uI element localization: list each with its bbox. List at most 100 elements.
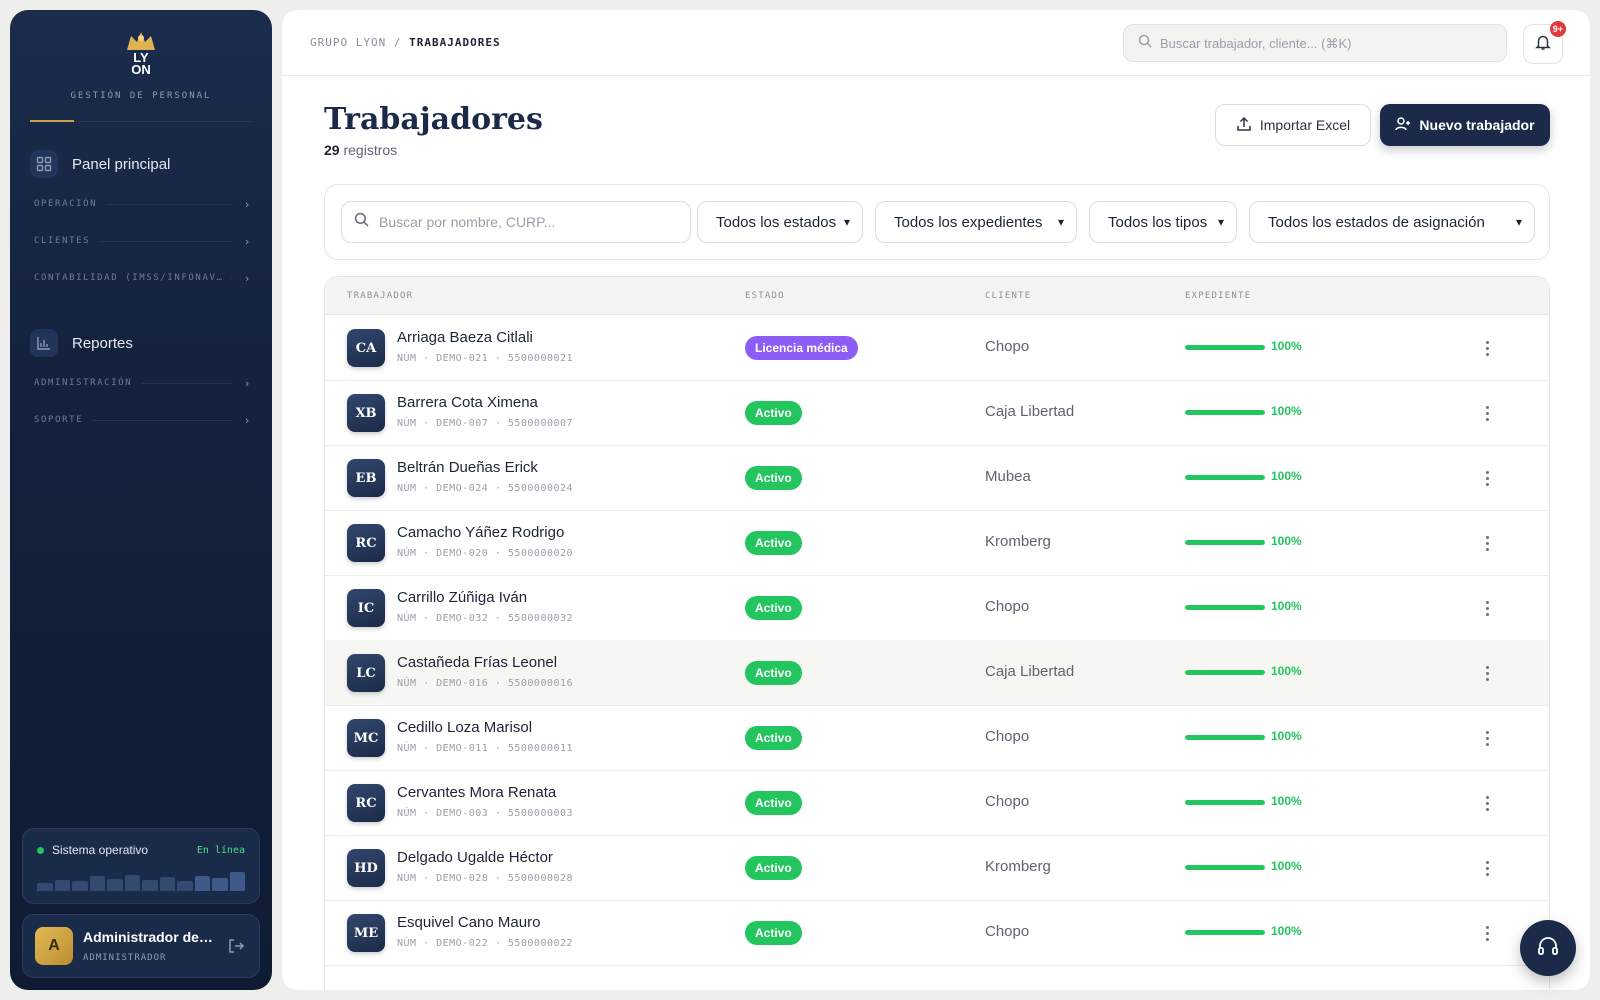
column-header-estado[interactable]: ESTADO <box>745 291 785 301</box>
worker-search-input[interactable] <box>379 214 679 230</box>
row-menu-icon[interactable] <box>1477 467 1497 489</box>
worker-id: NÚM · DEMO-028 · 5500000028 <box>397 873 574 884</box>
system-status-label: Sistema operativo <box>52 843 149 857</box>
worker-name[interactable]: Cervantes Mora Renata <box>397 784 556 801</box>
sidebar-section-clientes[interactable]: CLIENTES › <box>34 234 252 248</box>
row-menu-icon[interactable] <box>1477 402 1497 424</box>
brand-divider-accent <box>30 120 74 122</box>
chevron-right-icon: › <box>243 197 252 211</box>
chevron-right-icon: › <box>243 271 252 285</box>
worker-name[interactable]: Beltrán Dueñas Erick <box>397 459 538 476</box>
expediente-progress-bar <box>1185 605 1265 610</box>
status-badge: Activo <box>745 791 802 815</box>
expediente-progress-label: 100% <box>1271 469 1302 483</box>
table-row[interactable]: HD Delgado Ugalde Héctor NÚM · DEMO-028 · … <box>325 835 1549 901</box>
worker-id: NÚM · DEMO-024 · 5500000024 <box>397 483 574 494</box>
user-card[interactable]: A Administrador del Sistema ADMINISTRADO… <box>22 914 260 978</box>
row-menu-icon[interactable] <box>1477 597 1497 619</box>
expediente-progress-bar <box>1185 345 1265 350</box>
sidebar-item-panel-principal[interactable]: Panel principal <box>30 144 252 184</box>
status-badge: Activo <box>745 466 802 490</box>
row-menu-icon[interactable] <box>1477 337 1497 359</box>
worker-name[interactable]: Camacho Yáñez Rodrigo <box>397 524 564 541</box>
column-header-expediente[interactable]: EXPEDIENTE <box>1185 291 1251 301</box>
new-worker-button[interactable]: Nuevo trabajador <box>1380 104 1550 146</box>
column-header-trabajador[interactable]: TRABAJADOR <box>347 291 413 301</box>
expediente-progress-bar <box>1185 540 1265 545</box>
status-badge: Activo <box>745 596 802 620</box>
worker-name[interactable]: Carrillo Zúñiga Iván <box>397 589 527 606</box>
table-row[interactable]: MC Cedillo Loza Marisol NÚM · DEMO-011 · 5… <box>325 705 1549 771</box>
logout-icon[interactable] <box>227 937 245 955</box>
worker-client: Chopo <box>985 923 1030 940</box>
worker-search[interactable] <box>341 201 691 243</box>
chevron-right-icon: › <box>243 376 252 390</box>
expediente-progress-bar <box>1185 735 1265 740</box>
worker-name[interactable]: Cedillo Loza Marisol <box>397 719 532 736</box>
expediente-progress-bar <box>1185 930 1265 935</box>
row-menu-icon[interactable] <box>1477 792 1497 814</box>
bell-icon <box>1534 33 1552 56</box>
expediente-progress-bar <box>1185 410 1265 415</box>
sidebar-section-contabilidad[interactable]: CONTABILIDAD (IMSS/INFONAV… › <box>34 271 252 285</box>
section-label: CONTABILIDAD (IMSS/INFONAV… <box>34 273 224 283</box>
import-excel-button[interactable]: Importar Excel <box>1215 104 1371 146</box>
worker-client: Caja Libertad <box>985 663 1075 680</box>
sidebar-item-reportes[interactable]: Reportes <box>30 323 252 363</box>
worker-name[interactable]: Esquivel Cano Mauro <box>397 914 540 931</box>
filter-tipos-select[interactable]: Todos los tipos ▾ <box>1089 201 1237 243</box>
lion-logo-icon: LY ON <box>121 30 161 82</box>
worker-id: NÚM · DEMO-011 · 5500000011 <box>397 743 574 754</box>
logo-letters-bottom: ON <box>131 62 151 77</box>
support-button[interactable] <box>1520 920 1576 976</box>
main-panel: GRUPO LYON / TRABAJADORES 9+ Trabajadore… <box>282 10 1590 990</box>
filter-tipos-value: Todos los tipos <box>1108 213 1208 231</box>
activity-bar <box>37 883 53 891</box>
expediente-progress-label: 100% <box>1271 599 1302 613</box>
table-row[interactable]: RC Cervantes Mora Renata NÚM · DEMO-003 · … <box>325 770 1549 836</box>
global-search[interactable] <box>1123 24 1507 62</box>
breadcrumb-root[interactable]: GRUPO LYON <box>310 36 386 49</box>
filter-expedientes-select[interactable]: Todos los expedientes ▾ <box>875 201 1077 243</box>
table-row[interactable]: XB Barrera Cota Ximena NÚM · DEMO-007 · 55… <box>325 380 1549 446</box>
row-menu-icon[interactable] <box>1477 857 1497 879</box>
worker-name[interactable]: Delgado Ugalde Héctor <box>397 849 553 866</box>
expediente-progress-label: 100% <box>1271 339 1302 353</box>
row-menu-icon[interactable] <box>1477 727 1497 749</box>
global-search-input[interactable] <box>1160 35 1480 51</box>
sidebar-item-label: Reportes <box>72 334 133 352</box>
status-badge: Licencia médica <box>745 336 858 360</box>
sidebar-section-administracion[interactable]: ADMINISTRACIÓN › <box>34 376 252 390</box>
worker-client: Chopo <box>985 598 1030 615</box>
table-row[interactable]: RC Camacho Yáñez Rodrigo NÚM · DEMO-020 · … <box>325 510 1549 576</box>
filter-estados-select[interactable]: Todos los estados ▾ <box>697 201 863 243</box>
search-icon <box>354 212 369 232</box>
row-menu-icon[interactable] <box>1477 922 1497 944</box>
table-header: TRABAJADOR ESTADO CLIENTE EXPEDIENTE <box>325 277 1549 315</box>
column-header-cliente[interactable]: CLIENTE <box>985 291 1031 301</box>
worker-name[interactable]: Castañeda Frías Leonel <box>397 654 557 671</box>
expediente-progress-fill <box>1185 605 1265 610</box>
worker-id: NÚM · DEMO-003 · 5500000003 <box>397 808 574 819</box>
notification-badge: 9+ <box>1549 21 1566 37</box>
row-menu-icon[interactable] <box>1477 532 1497 554</box>
expediente-progress-fill <box>1185 670 1265 675</box>
table-row[interactable]: CA Arriaga Baeza Citlali NÚM · DEMO-021 · … <box>325 315 1549 381</box>
worker-id: NÚM · DEMO-007 · 5500000007 <box>397 418 574 429</box>
notifications-button[interactable]: 9+ <box>1523 21 1566 64</box>
worker-avatar: EB <box>347 459 385 497</box>
row-menu-icon[interactable] <box>1477 662 1497 684</box>
table-row[interactable]: LC Castañeda Frías Leonel NÚM · DEMO-016 ·… <box>325 640 1549 706</box>
table-row[interactable]: IC Carrillo Zúñiga Iván NÚM · DEMO-032 · 5… <box>325 575 1549 641</box>
brand-logo[interactable]: LY ON GESTIÓN DE PERSONAL <box>10 30 272 101</box>
table-row[interactable]: EB Beltrán Dueñas Erick NÚM · DEMO-024 · 5… <box>325 445 1549 511</box>
sidebar-section-soporte[interactable]: SOPORTE › <box>34 413 252 427</box>
table-row[interactable]: ME Esquivel Cano Mauro NÚM · DEMO-022 · 55… <box>325 900 1549 966</box>
status-badge: Activo <box>745 661 802 685</box>
worker-client: Caja Libertad <box>985 403 1075 420</box>
filter-asignacion-select[interactable]: Todos los estados de asignación ▾ <box>1249 201 1535 243</box>
worker-name[interactable]: Arriaga Baeza Citlali <box>397 329 533 346</box>
worker-name[interactable]: Barrera Cota Ximena <box>397 394 538 411</box>
sidebar-section-operacion[interactable]: OPERACIÓN › <box>34 197 252 211</box>
activity-bar <box>54 880 70 891</box>
